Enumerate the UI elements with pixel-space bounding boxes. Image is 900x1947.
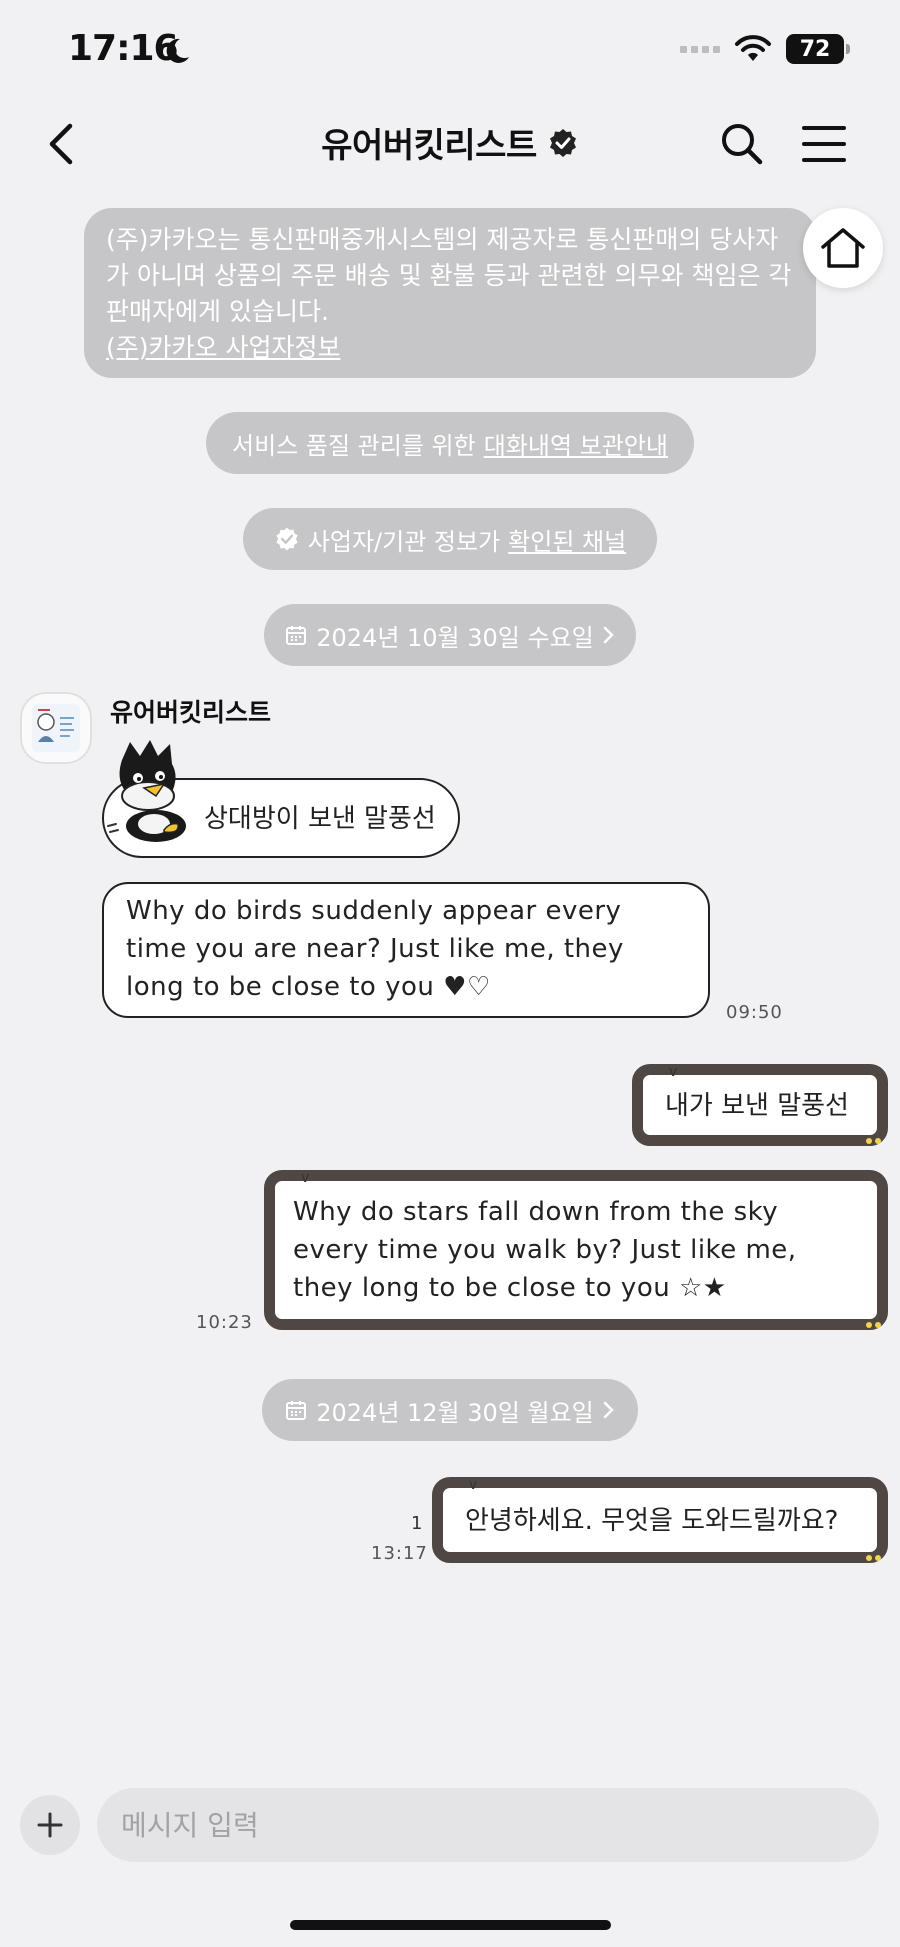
calendar-icon xyxy=(286,626,307,645)
date-divider-text: 2024년 10월 30일 수요일 xyxy=(316,623,594,652)
message-text-line: time you are near? Just like me, they xyxy=(126,934,624,964)
notice-text: (주)카카오는 통신판매중개시스템의 제공자로 통신판매의 당사자가 아니며 상… xyxy=(106,225,792,326)
wifi-icon xyxy=(735,35,771,61)
message-input[interactable] xyxy=(97,1788,879,1862)
battery-icon: 72 xyxy=(786,34,850,64)
chevron-right-icon xyxy=(603,1401,614,1419)
moon-icon xyxy=(166,38,189,63)
status-bar: 17:16 72 xyxy=(0,0,900,100)
verified-channel-text: 사업자/기관 정보가 xyxy=(307,527,501,556)
outgoing-message-bubble[interactable]: v Why do stars fall down from the sky ev… xyxy=(264,1170,888,1330)
business-info-link[interactable]: (주)카카오 사업자정보 xyxy=(106,333,340,362)
search-button[interactable] xyxy=(718,120,766,168)
message-text: 상대방이 보낸 말풍선 xyxy=(204,804,436,834)
channel-avatar[interactable] xyxy=(20,692,92,764)
home-button[interactable] xyxy=(803,208,883,288)
verified-check-icon xyxy=(276,527,298,551)
date-divider-text: 2024년 12월 30일 월요일 xyxy=(316,1398,594,1427)
message-text-line: Why do birds suddenly appear every xyxy=(126,896,622,926)
bubble-dots-decoration xyxy=(866,1322,881,1328)
message-timestamp: 10:23 xyxy=(196,1312,253,1333)
message-text: 안녕하세요. 무엇을 도와드릴까요? xyxy=(465,1506,839,1536)
chevron-right-icon xyxy=(603,626,614,644)
commerce-notice: (주)카카오는 통신판매중개시스템의 제공자로 통신판매의 당사자가 아니며 상… xyxy=(84,208,816,378)
home-icon xyxy=(821,228,865,268)
verified-channel-pill: 사업자/기관 정보가 확인된 채널 xyxy=(243,508,657,570)
message-timestamp: 09:50 xyxy=(726,1002,783,1023)
incoming-message-bubble[interactable]: Why do birds suddenly appear every time … xyxy=(102,882,710,1018)
plus-icon xyxy=(37,1812,63,1838)
storage-notice-pill: 서비스 품질 관리를 위한 대화내역 보관안내 xyxy=(206,412,694,474)
unread-count: 1 xyxy=(411,1513,423,1534)
calendar-icon xyxy=(286,1401,307,1420)
verified-badge-icon xyxy=(549,128,576,157)
message-text-line: Why do stars fall down from the sky xyxy=(293,1197,779,1227)
menu-button[interactable] xyxy=(800,122,848,166)
attach-button[interactable] xyxy=(20,1795,80,1855)
date-divider-2[interactable]: 2024년 12월 30일 월요일 xyxy=(262,1379,638,1441)
channel-title: 유어버킷리스트 xyxy=(321,126,537,166)
penguin-character-icon xyxy=(107,740,186,842)
verified-channel-link[interactable]: 확인된 채널 xyxy=(508,522,626,557)
message-text-line: long to be close to you ♥♡ xyxy=(126,972,491,1002)
message-timestamp: 13:17 xyxy=(371,1543,428,1564)
cellular-signal-icon xyxy=(680,45,720,53)
home-indicator xyxy=(290,1920,611,1930)
message-text-line: they long to be close to you ☆★ xyxy=(293,1273,727,1303)
outgoing-message-bubble[interactable]: v 안녕하세요. 무엇을 도와드릴까요? xyxy=(432,1477,888,1563)
date-divider-1[interactable]: 2024년 10월 30일 수요일 xyxy=(264,604,636,666)
sender-name: 유어버킷리스트 xyxy=(110,698,272,727)
message-text: 내가 보낸 말풍선 xyxy=(665,1091,849,1121)
storage-notice-link[interactable]: 대화내역 보관안내 xyxy=(484,426,668,461)
storage-notice-text: 서비스 품질 관리를 위한 xyxy=(232,431,476,460)
bubble-dots-decoration xyxy=(866,1555,881,1561)
bubble-dots-decoration xyxy=(866,1138,881,1144)
chat-header: 유어버킷리스트 xyxy=(0,100,900,190)
outgoing-message-bubble[interactable]: v 내가 보낸 말풍선 xyxy=(632,1064,888,1146)
profile-image-icon xyxy=(32,704,80,752)
message-text-line: every time you walk by? Just like me, xyxy=(293,1235,797,1265)
